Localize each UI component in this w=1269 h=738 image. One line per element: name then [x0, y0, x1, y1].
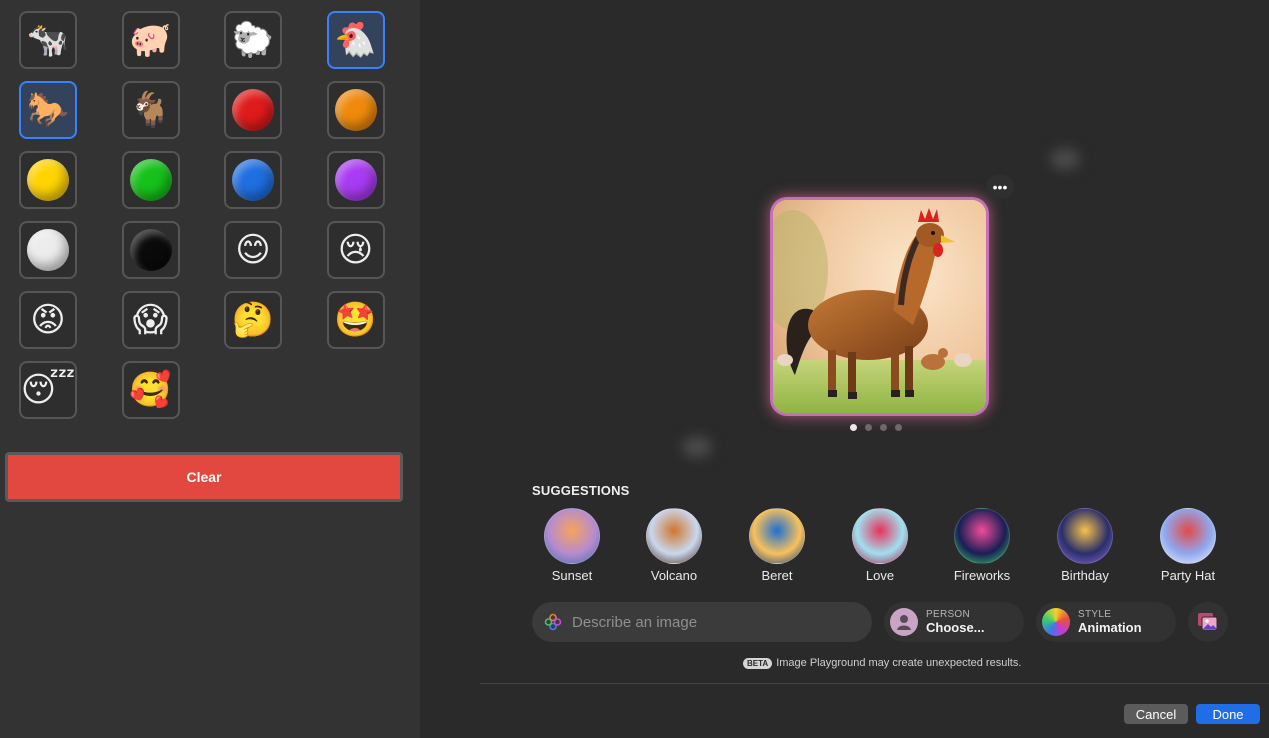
emoji-cell-blue-circle[interactable]	[224, 151, 282, 209]
chicken-icon: 🐔	[334, 20, 377, 60]
party-hat-icon	[1160, 508, 1216, 564]
suggestion-beret[interactable]: Beret	[732, 508, 822, 583]
emoji-cell-pig[interactable]: 🐖	[121, 11, 180, 69]
page-dot-4[interactable]	[895, 424, 902, 431]
white-circle-icon	[27, 229, 69, 271]
emoji-cell-goat[interactable]: 🐐	[121, 81, 180, 139]
green-circle-icon	[129, 159, 172, 201]
emoji-cell-smiling-face[interactable]: 😊	[224, 221, 282, 279]
blurred-shape	[682, 436, 712, 458]
style-value: Animation	[1078, 620, 1142, 635]
page-indicator	[850, 424, 902, 431]
person-caption: PERSON	[926, 609, 971, 620]
photo-library-icon	[1198, 613, 1218, 631]
emoji-cell-crying-face[interactable]: 😢	[326, 221, 385, 279]
sunset-icon	[544, 508, 600, 564]
suggestion-label: Volcano	[650, 568, 698, 583]
clear-button[interactable]: Clear	[5, 452, 403, 502]
describe-image-field[interactable]	[532, 602, 872, 642]
suggestion-label: Birthday	[1061, 568, 1109, 583]
emoji-cell-screaming-face[interactable]: 😱	[121, 291, 180, 349]
star-struck-face-icon: 🤩	[334, 300, 377, 340]
emoji-cell-yellow-circle[interactable]	[19, 151, 77, 209]
smiling-face-icon: 😊	[235, 230, 271, 270]
love-icon	[852, 508, 908, 564]
emoji-cell-horse[interactable]: 🐎	[19, 81, 77, 139]
blurred-shape	[1050, 148, 1080, 170]
more-options-button[interactable]: •••	[986, 175, 1014, 199]
purple-circle-icon	[334, 159, 377, 201]
emoji-cell-cow[interactable]: 🐄	[19, 11, 77, 69]
suggestion-label: Beret	[761, 568, 793, 583]
divider	[480, 683, 1269, 684]
suggestion-sunset[interactable]: Sunset	[527, 508, 617, 583]
page-dot-2[interactable]	[865, 424, 872, 431]
person-value: Choose...	[926, 620, 985, 635]
emoji-cell-purple-circle[interactable]	[326, 151, 385, 209]
emoji-cell-chicken[interactable]: 🐔	[326, 11, 385, 69]
done-button[interactable]: Done	[1196, 704, 1260, 724]
suggestion-label: Fireworks	[953, 568, 1011, 583]
goat-icon: 🐐	[129, 90, 172, 130]
describe-image-input[interactable]	[570, 612, 854, 632]
beret-icon	[749, 508, 805, 564]
fireworks-icon	[954, 508, 1010, 564]
person-chooser[interactable]: PERSON Choose...	[884, 602, 1024, 642]
suggestions-title: SUGGESTIONS	[532, 483, 630, 498]
red-circle-icon	[232, 89, 274, 131]
emoji-cell-black-circle[interactable]	[121, 221, 180, 279]
blue-circle-icon	[232, 159, 274, 201]
emoji-cell-sheep[interactable]: 🐑	[224, 11, 282, 69]
suggestion-label: Sunset	[551, 568, 593, 583]
cancel-button[interactable]: Cancel	[1124, 704, 1188, 724]
emoji-cell-orange-circle[interactable]	[326, 81, 385, 139]
suggestion-label: Party Hat	[1160, 568, 1216, 583]
image-playground-icon	[544, 613, 562, 631]
suggestion-fireworks[interactable]: Fireworks	[937, 508, 1027, 583]
style-icon	[1042, 608, 1070, 636]
emoji-cell-sleeping-face[interactable]: 😴	[19, 361, 77, 419]
angry-face-icon: 😡	[30, 300, 66, 340]
cow-icon: 🐄	[26, 20, 70, 60]
black-circle-icon	[129, 229, 172, 271]
crying-face-icon: 😢	[337, 230, 374, 270]
style-chooser[interactable]: STYLE Animation	[1036, 602, 1176, 642]
page-dot-3[interactable]	[880, 424, 887, 431]
page-dot-1[interactable]	[850, 424, 857, 431]
horse-icon: 🐎	[26, 90, 70, 130]
photo-library-button[interactable]	[1188, 602, 1228, 642]
emoji-cell-angry-face[interactable]: 😡	[19, 291, 77, 349]
pig-icon: 🐖	[129, 20, 172, 60]
person-icon	[890, 608, 918, 636]
suggestion-party-hat[interactable]: Party Hat	[1143, 508, 1233, 583]
screaming-face-icon: 😱	[132, 300, 169, 340]
emoji-cell-red-circle[interactable]	[224, 81, 282, 139]
smiling-face-with-hearts-icon: 🥰	[129, 370, 172, 410]
yellow-circle-icon	[27, 159, 69, 201]
emoji-cell-white-circle[interactable]	[19, 221, 77, 279]
orange-circle-icon	[334, 89, 377, 131]
emoji-cell-star-struck-face[interactable]: 🤩	[326, 291, 385, 349]
volcano-icon	[646, 508, 702, 564]
sleeping-face-icon: 😴	[20, 370, 76, 410]
emoji-cell-smiling-face-with-hearts[interactable]: 🥰	[121, 361, 180, 419]
suggestion-birthday[interactable]: Birthday	[1040, 508, 1130, 583]
disclaimer: BETA Image Playground may create unexpec…	[743, 657, 1021, 669]
emoji-palette-panel: 🐄 🐖 🐑 🐔 🐎 🐐 😊 😢 😡 😱 🤔 🤩 😴 🥰 Clear	[0, 0, 420, 738]
thinking-face-icon: 🤔	[231, 300, 275, 340]
suggestion-volcano[interactable]: Volcano	[629, 508, 719, 583]
generated-image[interactable]	[773, 200, 986, 413]
sheep-icon: 🐑	[231, 20, 275, 60]
beta-badge: BETA	[743, 657, 773, 669]
emoji-cell-thinking-face[interactable]: 🤔	[224, 291, 282, 349]
style-caption: STYLE	[1078, 609, 1112, 620]
suggestion-love[interactable]: Love	[835, 508, 925, 583]
disclaimer-text: Image Playground may create unexpected r…	[776, 657, 1022, 669]
rooster-horse-image	[773, 200, 986, 413]
emoji-cell-green-circle[interactable]	[121, 151, 180, 209]
suggestion-label: Love	[865, 568, 895, 583]
birthday-icon	[1057, 508, 1113, 564]
